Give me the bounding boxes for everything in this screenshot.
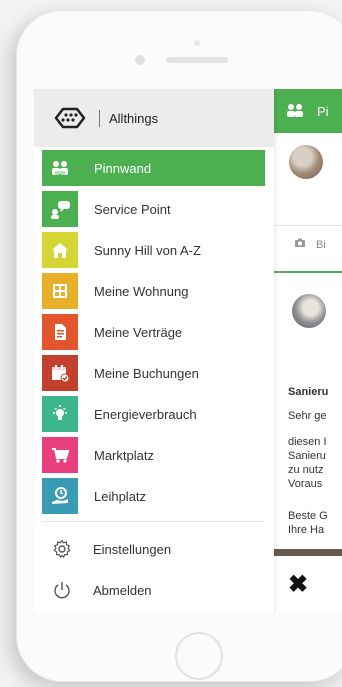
settings-label: Einstellungen bbox=[93, 542, 172, 557]
menu-item-sunny-hill[interactable]: Sunny Hill von A-Z bbox=[42, 232, 265, 268]
pinboard-feed: Pi Bi Sanieru Sehr ge diesen I Sanieru z… bbox=[274, 89, 342, 613]
calendar-icon bbox=[42, 355, 78, 391]
menu-item-label: Meine Verträge bbox=[94, 324, 183, 340]
app-name: Allthings bbox=[109, 111, 159, 126]
menu-item-meine-buchungen[interactable]: Meine Buchungen bbox=[42, 355, 265, 391]
menu-item-einstellungen[interactable]: Einstellungen bbox=[34, 534, 274, 564]
post-title: Sanieru bbox=[288, 386, 329, 398]
menu-item-meine-wohnung[interactable]: Meine Wohnung bbox=[42, 273, 265, 309]
menu-item-label: Sunny Hill von A-Z bbox=[94, 242, 201, 258]
phone-screen: Pi Bi Sanieru Sehr ge diesen I Sanieru z… bbox=[34, 89, 342, 613]
post-line: diesen I bbox=[288, 436, 327, 448]
pinboard-icon bbox=[287, 104, 303, 117]
lend-icon bbox=[42, 478, 78, 514]
menu-item-service-point[interactable]: Service Point bbox=[42, 191, 265, 227]
camera-icon bbox=[295, 238, 305, 247]
menu-item-label: Pinnwand bbox=[94, 160, 152, 176]
post-line: Ihre Ha bbox=[288, 524, 325, 536]
menu-item-label: Meine Wohnung bbox=[94, 283, 189, 299]
front-camera bbox=[135, 55, 145, 65]
tab-indicator bbox=[274, 271, 342, 273]
home-button[interactable] bbox=[175, 632, 223, 680]
close-icon[interactable]: ✖ bbox=[288, 573, 308, 597]
post-line: zu nutz bbox=[288, 464, 324, 476]
sensor-dot bbox=[194, 40, 200, 46]
document-icon bbox=[42, 314, 78, 350]
post-line: Beste G bbox=[288, 510, 328, 522]
post-line: Sehr ge bbox=[288, 410, 327, 422]
bulb-icon bbox=[42, 396, 78, 432]
menu-item-label: Service Point bbox=[94, 201, 171, 217]
avatar[interactable] bbox=[289, 145, 323, 179]
menu-item-pinnwand[interactable]: Pinnwand bbox=[42, 150, 265, 186]
menu-item-label: Meine Buchungen bbox=[94, 365, 199, 381]
feed-header-title: Pi bbox=[317, 104, 329, 119]
logout-label: Abmelden bbox=[93, 583, 152, 598]
earpiece-speaker bbox=[166, 57, 228, 63]
chat-icon bbox=[42, 191, 78, 227]
menu-item-marktplatz[interactable]: Marktplatz bbox=[42, 437, 265, 473]
menu-divider bbox=[42, 521, 265, 522]
menu-item-abmelden[interactable]: Abmelden bbox=[34, 575, 274, 605]
home-icon bbox=[42, 232, 78, 268]
pinboard-icon bbox=[42, 150, 78, 186]
feed-header: Pi bbox=[274, 89, 342, 133]
apartment-icon bbox=[42, 273, 78, 309]
gear-icon bbox=[53, 539, 71, 558]
avatar[interactable] bbox=[292, 294, 326, 328]
cart-icon bbox=[42, 437, 78, 473]
drawer-header: Allthings bbox=[34, 89, 274, 147]
menu-item-label: Leihplatz bbox=[94, 488, 147, 504]
post-line: Voraus bbox=[288, 478, 323, 490]
menu-item-label: Marktplatz bbox=[94, 447, 154, 463]
menu-item-leihplatz[interactable]: Leihplatz bbox=[42, 478, 265, 514]
menu-item-meine-vertraege[interactable]: Meine Verträge bbox=[42, 314, 265, 350]
menu-item-label: Energieverbrauch bbox=[94, 406, 197, 422]
photo-tab-label[interactable]: Bi bbox=[316, 239, 326, 251]
allthings-logo-icon bbox=[54, 107, 86, 129]
power-icon bbox=[54, 582, 70, 599]
navigation-drawer: Allthings Pinnwand Service Point Sunny H… bbox=[34, 89, 274, 613]
divider bbox=[274, 225, 342, 226]
logo-divider bbox=[99, 110, 100, 127]
menu-item-energieverbrauch[interactable]: Energieverbrauch bbox=[42, 396, 265, 432]
post-line: Sanieru bbox=[288, 450, 326, 462]
